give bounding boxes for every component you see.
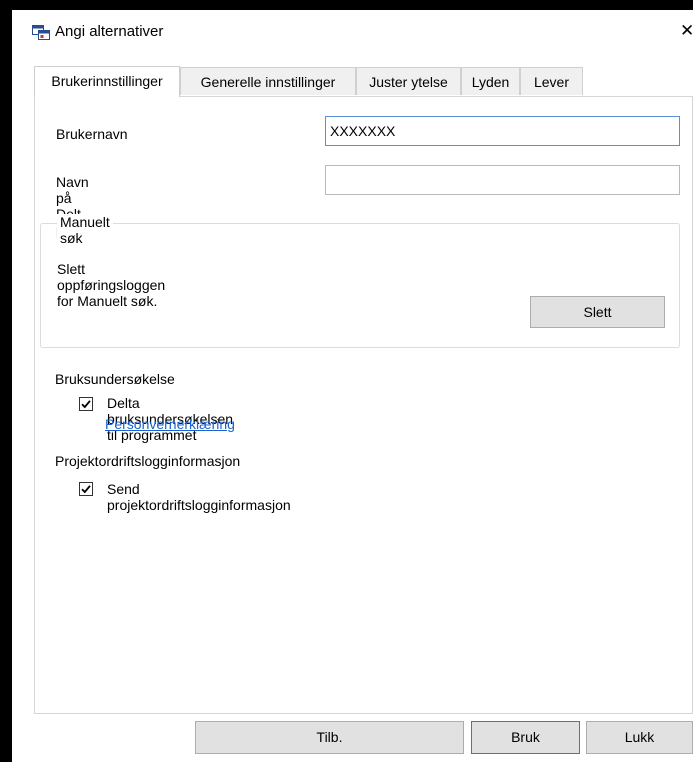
apply-button[interactable]: Bruk	[471, 721, 580, 754]
close-icon[interactable]: ✕	[680, 19, 693, 43]
options-dialog: Angi alternativer ✕ Brukerinnstillinger …	[12, 10, 693, 762]
tab-label: Generelle innstillinger	[200, 74, 336, 90]
usage-survey-heading: Bruksundersøkelse	[55, 371, 175, 387]
tab-generelle-innstillinger[interactable]: Generelle innstillinger	[180, 67, 356, 95]
tab-label: Juster ytelse	[369, 74, 448, 90]
tab-lever[interactable]: Lever	[520, 67, 583, 95]
username-label: Brukernavn	[56, 126, 128, 142]
delete-log-button[interactable]: Slett	[530, 296, 665, 328]
projector-log-checkbox-label: Send projektordriftslogginformasjon	[107, 481, 291, 513]
shared-profile-input[interactable]	[325, 165, 680, 195]
projector-log-heading: Projektordriftslogginformasjon	[55, 453, 241, 469]
manual-search-group-title: Manuelt søk	[57, 214, 113, 246]
reset-button[interactable]: Tilb.	[195, 721, 464, 754]
usage-survey-checkbox[interactable]	[79, 397, 93, 411]
app-window-icon	[32, 25, 50, 40]
window-title: Angi alternativer	[55, 23, 164, 40]
tab-label: Lyden	[471, 74, 510, 90]
tab-label: Lever	[533, 74, 570, 90]
checkmark-icon	[81, 485, 91, 494]
tab-lyden[interactable]: Lyden	[461, 67, 520, 95]
tab-label: Brukerinnstillinger	[51, 73, 163, 89]
close-button[interactable]: Lukk	[586, 721, 693, 754]
checkmark-icon	[81, 400, 91, 409]
screen-edge-left	[0, 0, 12, 762]
username-input[interactable]: XXXXXXX	[325, 116, 680, 146]
screen-edge-top	[0, 0, 693, 10]
title-bar[interactable]: Angi alternativer ✕	[12, 10, 693, 54]
manual-search-description: Slett oppføringsloggen for Manuelt søk.	[57, 261, 166, 309]
tab-juster-ytelse[interactable]: Juster ytelse	[356, 67, 461, 95]
tab-brukerinnstillinger[interactable]: Brukerinnstillinger	[34, 66, 180, 97]
privacy-policy-link[interactable]: Personvernerklæring	[105, 416, 235, 432]
projector-log-checkbox[interactable]	[79, 482, 93, 496]
